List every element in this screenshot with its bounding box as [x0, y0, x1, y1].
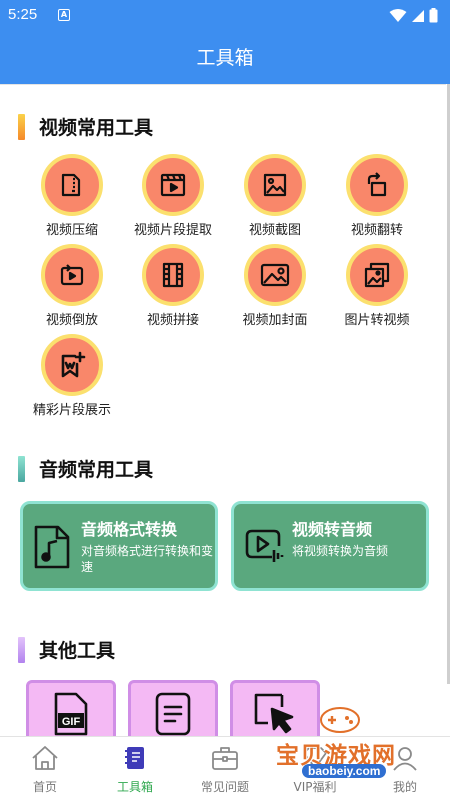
tool-label: 视频翻转 [350, 223, 403, 238]
tool-icon-circle [244, 154, 306, 216]
tool-label: 精彩片段展示 [32, 403, 111, 418]
divider [0, 84, 446, 85]
sim-icon: A [58, 9, 70, 21]
tool-label: 视频截图 [248, 223, 301, 238]
tool-icon-circle [142, 244, 204, 306]
gif-file-icon: GIF [54, 692, 88, 736]
tool-icon-circle [41, 334, 103, 396]
toolbox-icon [125, 747, 144, 769]
tab-toolbox[interactable]: 工具箱 [90, 737, 180, 800]
highlight-icon [61, 351, 86, 378]
video-section-header: 视频常用工具 [18, 113, 153, 140]
audio-format-convert-card[interactable]: 音频格式转换 对音频格式进行转换和变速 [20, 501, 218, 591]
compress-icon [61, 173, 81, 197]
gif-label: GIF [62, 716, 81, 728]
tool-icon-circle [142, 154, 204, 216]
home-icon [32, 746, 58, 770]
other-section-title: 其他工具 [39, 640, 116, 662]
briefcase-icon [212, 747, 238, 770]
tool-video-merge[interactable]: 视频拼接 [123, 244, 223, 328]
tool-icon-circle [244, 244, 306, 306]
status-time: 5:25 [8, 6, 38, 23]
battery-icon [429, 8, 438, 23]
section-accent-bar [18, 455, 25, 482]
music-file-icon [34, 525, 70, 569]
status-bar: 5:25 A [0, 0, 450, 32]
watermark-url: baobeiy.com [302, 764, 387, 778]
tool-highlight-show[interactable]: 精彩片段展示 [22, 334, 122, 418]
audio-section-header: 音频常用工具 [18, 455, 153, 482]
reverse-icon [60, 264, 84, 286]
tool-icon-circle [346, 154, 408, 216]
tool-label: 视频倒放 [45, 313, 98, 328]
card-title: 音频格式转换 [81, 520, 178, 539]
film-icon [162, 262, 184, 288]
image-icon [260, 263, 290, 287]
tool-label: 图片转视频 [344, 313, 410, 328]
other-section-header: 其他工具 [18, 636, 115, 663]
main-content[interactable]: 视频常用工具 视频压缩 视频片段提取 视频截图 视频翻转 视频倒放 视频拼接 视… [0, 84, 450, 736]
tool-icon-circle [346, 244, 408, 306]
app-header: 工具箱 [0, 32, 450, 84]
rotate-icon [367, 172, 387, 197]
document-icon [155, 692, 191, 736]
card-title: 视频转音频 [292, 520, 373, 539]
section-accent-bar [18, 113, 25, 140]
section-accent-bar [18, 636, 25, 663]
tool-video-screenshot[interactable]: 视频截图 [225, 154, 325, 238]
tool-label: 视频拼接 [146, 313, 199, 328]
tab-home[interactable]: 首页 [0, 737, 90, 800]
signal-icon [412, 9, 424, 22]
gamepad-icon [320, 707, 360, 733]
tool-video-cover[interactable]: 视频加封面 [225, 244, 325, 328]
tool-label: 视频加封面 [242, 313, 308, 328]
video-section-title: 视频常用工具 [39, 117, 154, 139]
status-icons [389, 8, 438, 23]
tab-label: 首页 [32, 780, 57, 794]
other-tool-document[interactable] [128, 680, 218, 736]
card-description: 对音频格式进行转换和变速 [81, 544, 214, 574]
tab-faq[interactable]: 常见问题 [180, 737, 270, 800]
site-watermark: 宝贝游戏网 baobeiy.com [268, 700, 428, 796]
video-clip-icon [160, 173, 186, 197]
tool-label: 视频片段提取 [133, 223, 212, 238]
other-tool-gif[interactable]: GIF [26, 680, 116, 736]
page-title: 工具箱 [196, 47, 254, 69]
audio-section-title: 音频常用工具 [39, 459, 154, 481]
wifi-icon [389, 8, 407, 22]
card-description: 将视频转换为音频 [292, 544, 389, 558]
tool-video-clip[interactable]: 视频片段提取 [123, 154, 223, 238]
tab-label: 工具箱 [116, 780, 153, 794]
tool-video-compress[interactable]: 视频压缩 [22, 154, 122, 238]
photos-icon [364, 262, 390, 288]
video-audio-icon [245, 529, 284, 562]
tab-label: 常见问题 [200, 780, 249, 794]
tool-icon-circle [41, 154, 103, 216]
video-to-audio-card[interactable]: 视频转音频 将视频转换为音频 [231, 501, 429, 591]
screenshot-icon [263, 173, 287, 197]
tool-image-to-video[interactable]: 图片转视频 [327, 244, 427, 328]
tool-video-flip[interactable]: 视频翻转 [327, 154, 427, 238]
tool-icon-circle [41, 244, 103, 306]
tool-label: 视频压缩 [45, 223, 98, 238]
tool-video-reverse[interactable]: 视频倒放 [22, 244, 122, 328]
